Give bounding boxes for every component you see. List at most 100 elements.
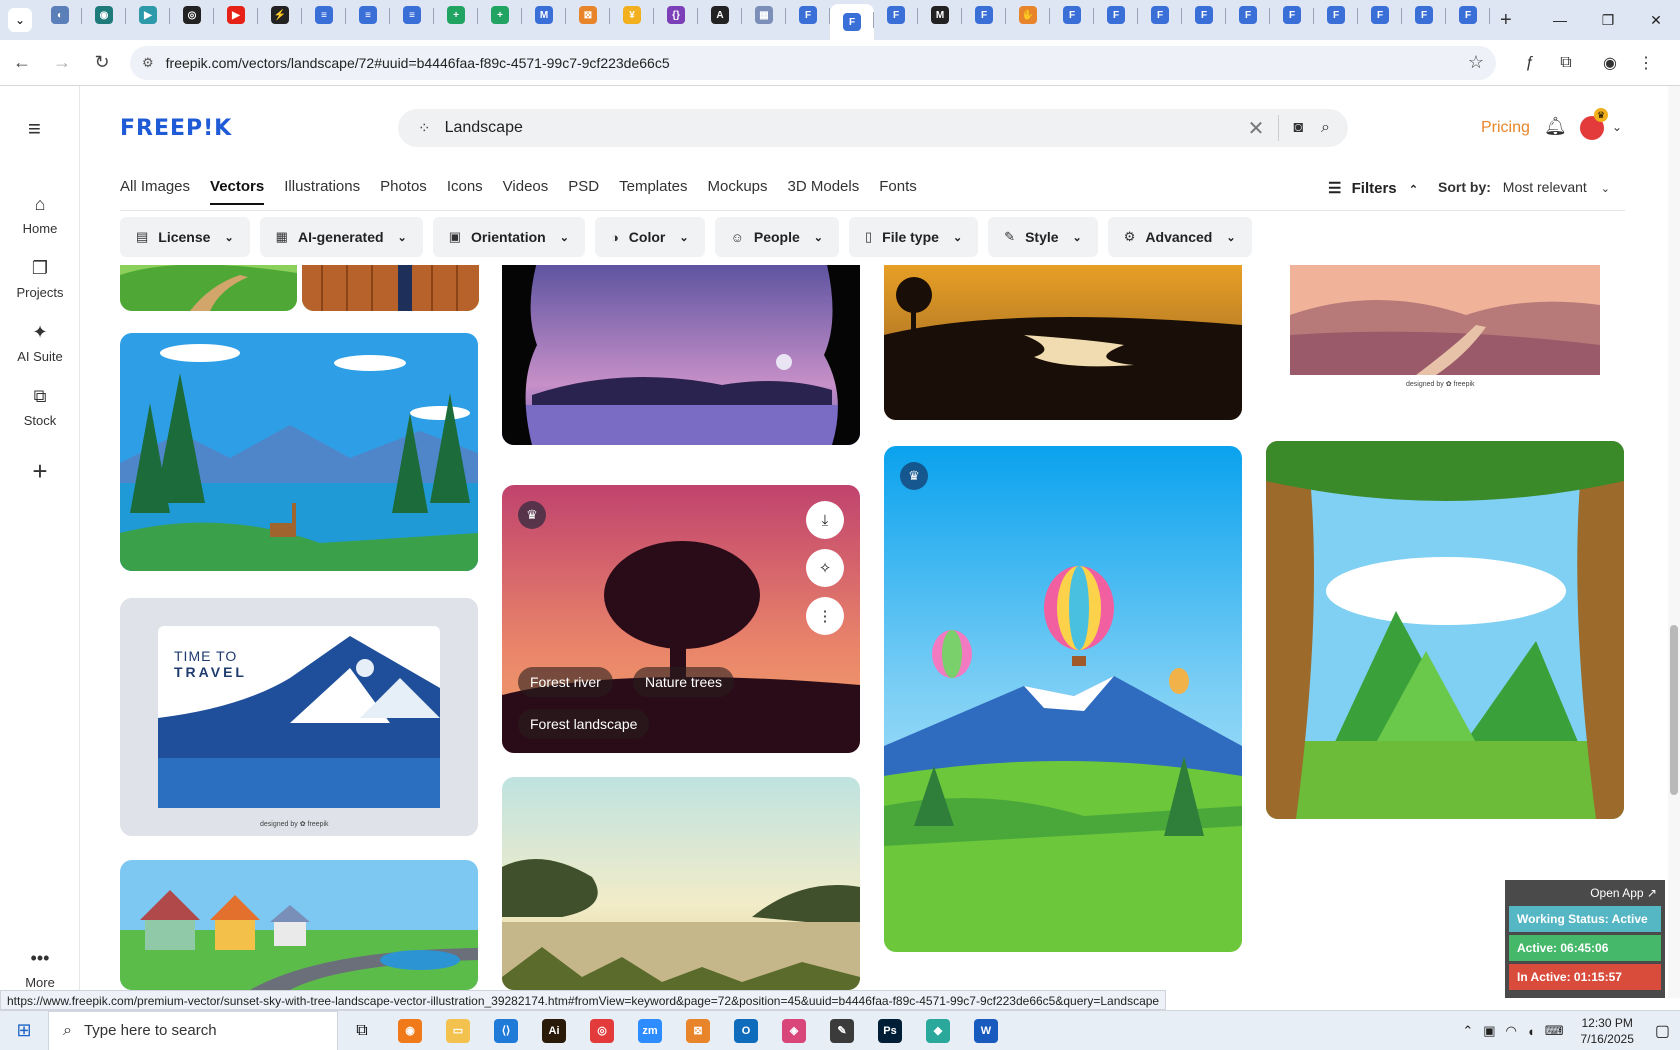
sidebar-item-projects[interactable]: ❐ Projects [0,258,80,300]
chevron-down-icon[interactable]: ⌄ [1612,120,1622,134]
browser-tab[interactable]: ◎ [170,0,214,30]
tag-nature-trees[interactable]: Nature trees [633,667,735,697]
tab-vectors[interactable]: Vectors [210,178,265,205]
browser-tab[interactable]: ◉ [82,0,126,30]
tag-forest-landscape[interactable]: Forest landscape [518,709,650,739]
network-icon[interactable]: ▣ [1483,1023,1495,1039]
tab-illustrations[interactable]: Illustrations [284,178,360,205]
image-card-village-houses[interactable] [120,860,478,990]
taskbar-search[interactable]: ⌕ Type here to search [48,1010,338,1050]
tab-3d-models[interactable]: 3D Models [788,178,860,205]
taskbar-app[interactable]: ⟨⟩ [482,1011,530,1050]
browser-tab[interactable]: F [962,0,1006,30]
browser-tab[interactable]: M [918,0,962,30]
browser-tab[interactable]: ¥ [610,0,654,30]
page-scrollbar-thumb[interactable] [1670,625,1678,795]
browser-tab[interactable]: ⊠ [566,0,610,30]
browser-tab[interactable]: ◐ [38,0,82,30]
filter-style[interactable]: ✎ Style ⌄ [988,217,1098,257]
more-options-icon[interactable]: ⋮ [806,597,844,635]
search-bar[interactable]: ⁘ Landscape ✕ ◙ ⌕ [398,109,1348,147]
browser-tab[interactable]: ▶ [126,0,170,30]
download-icon[interactable]: ⤓ [806,501,844,539]
sidebar-item-stock[interactable]: ⧉ Stock [0,386,80,428]
filter-file-type[interactable]: ▯ File type ⌄ [848,217,979,257]
browser-menu-icon[interactable]: ⋮ [1628,45,1664,81]
language-icon[interactable]: ⌨ [1545,1023,1564,1039]
taskbar-app[interactable]: ▭ [434,1011,482,1050]
image-card-river-silhouette[interactable] [884,265,1242,420]
taskbar-app[interactable]: ◉ [386,1011,434,1050]
taskbar-app[interactable]: ◈ [770,1011,818,1050]
taskbar-app[interactable]: ◎ [578,1011,626,1050]
site-info-icon[interactable]: ⚙ [142,55,154,71]
new-tab-button[interactable]: + [1500,9,1512,32]
taskbar-app[interactable]: Ai [530,1011,578,1050]
filter-people[interactable]: ☺ People ⌄ [714,217,839,257]
notification-bell-icon[interactable]: 🔔︎ [1544,116,1567,137]
pricing-link[interactable]: Pricing [1481,119,1530,137]
taskbar-app[interactable]: ◆ [914,1011,962,1050]
task-view-icon[interactable]: ⧉ [338,1011,386,1050]
browser-tab[interactable]: F [1314,0,1358,30]
taskbar-app[interactable]: Ps [866,1011,914,1050]
url-input[interactable]: ⚙ freepik.com/vectors/landscape/72#uuid=… [130,45,1496,80]
ai-edit-icon[interactable]: ✧ [806,549,844,587]
browser-tab[interactable]: ≡ [346,0,390,30]
camera-search-icon[interactable]: ◙ [1293,119,1303,137]
image-card-wooden-gate[interactable] [302,265,479,311]
wifi-icon[interactable]: ◠ [1506,1023,1517,1039]
freepik-logo[interactable]: FREEP!K [120,116,232,141]
search-input[interactable]: Landscape [445,119,1248,137]
bookmark-star-icon[interactable]: ☆ [1468,52,1484,73]
browser-tab[interactable]: ≡ [302,0,346,30]
profile-avatar-icon[interactable]: ◉ [1592,45,1628,81]
browser-tab[interactable]: ▦ [742,0,786,30]
browser-tab[interactable]: ✋ [1006,0,1050,30]
browser-tab[interactable]: F [1270,0,1314,30]
reload-button[interactable]: ↻ [84,45,120,81]
sort-dropdown[interactable]: Sort by: Most relevant ⌄ [1438,179,1610,195]
back-button[interactable]: ← [4,45,40,81]
tab-search-button[interactable]: ⌄ [8,8,32,32]
clear-search-icon[interactable]: ✕ [1248,116,1265,141]
browser-tab[interactable]: F [1446,0,1490,30]
browser-tab[interactable]: F [830,4,874,40]
browser-tab[interactable]: F [786,0,830,30]
tab-psd[interactable]: PSD [568,178,599,205]
browser-tab[interactable]: + [478,0,522,30]
filter-orientation[interactable]: ▣ Orientation ⌄ [432,217,585,257]
browser-tab[interactable]: ≡ [390,0,434,30]
filter-ai-generated[interactable]: ▦ AI-generated ⌄ [259,217,423,257]
taskbar-app[interactable]: ⊠ [674,1011,722,1050]
image-card-forest-frame[interactable] [1266,441,1624,819]
filters-toggle[interactable]: ☰ Filters ⌃ [1328,179,1418,197]
browser-tab[interactable]: F [1094,0,1138,30]
close-window-button[interactable]: ✕ [1632,0,1680,40]
browser-tab[interactable]: F [1050,0,1094,30]
browser-tab[interactable]: F [874,0,918,30]
browser-tab[interactable]: A [698,0,742,30]
sidebar-item-ai-suite[interactable]: ✦ AI Suite [0,322,80,364]
browser-tab[interactable]: F [1182,0,1226,30]
restore-button[interactable]: ❐ [1584,0,1632,40]
add-icon[interactable]: + [0,456,80,487]
image-card-hot-air-balloons[interactable]: ♛ [884,446,1242,952]
taskbar-app[interactable]: zm [626,1011,674,1050]
taskbar-app[interactable]: O [722,1011,770,1050]
minimize-button[interactable]: — [1536,0,1584,40]
tab-templates[interactable]: Templates [619,178,687,205]
extension-icon[interactable]: ƒ [1512,45,1548,81]
windows-start-icon[interactable]: ⊞ [0,1011,48,1050]
browser-tab[interactable]: F [1358,0,1402,30]
page-scrollbar-track[interactable] [1668,86,1680,998]
tab-photos[interactable]: Photos [380,178,427,205]
sidebar-item-home[interactable]: ⌂ Home [0,194,80,236]
filter-color[interactable]: ◑ Color ⌄ [594,217,705,257]
forward-button[interactable]: → [44,45,80,81]
tab-videos[interactable]: Videos [503,178,549,205]
tag-forest-river[interactable]: Forest river [518,667,613,697]
browser-tab[interactable]: F [1138,0,1182,30]
tab-all-images[interactable]: All Images [120,178,190,205]
notification-icon[interactable]: ▢ [1655,1021,1670,1041]
